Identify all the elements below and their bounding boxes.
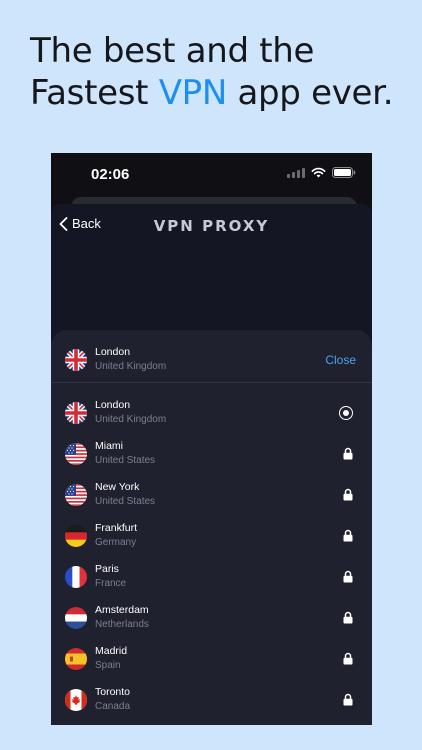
location-item-frankfurt[interactable]: Frankfurt Germany xyxy=(51,518,372,554)
promo-highlight: VPN xyxy=(158,73,228,113)
location-city: Miami xyxy=(95,440,123,452)
status-icons xyxy=(287,167,356,178)
canada-flag-icon xyxy=(65,689,87,711)
location-country: France xyxy=(95,578,127,589)
promo-line-1: The best and the xyxy=(30,31,315,71)
netherlands-flag-icon xyxy=(65,607,87,629)
location-item-madrid[interactable]: Madrid Spain xyxy=(51,641,372,677)
location-city: Amsterdam xyxy=(95,604,149,616)
lock-icon xyxy=(343,611,353,624)
phone-screen: 02:06 Back VPN PROXY London United Kingd… xyxy=(51,153,372,725)
location-item-miami[interactable]: Miami United States xyxy=(51,436,372,472)
location-country: United States xyxy=(95,496,156,507)
location-city: New York xyxy=(95,481,140,493)
lock-icon xyxy=(343,693,353,706)
location-country: Spain xyxy=(95,660,121,671)
location-item-london[interactable]: London United Kingdom xyxy=(51,395,372,431)
location-city: Frankfurt xyxy=(95,522,138,534)
app-screen: Back VPN PROXY London United Kingdom Clo… xyxy=(51,204,372,725)
location-city: Toronto xyxy=(95,686,131,698)
location-country: United States xyxy=(95,455,156,466)
lock-icon xyxy=(343,447,353,460)
lock-icon xyxy=(343,652,353,665)
promo-line-2: Fastest VPN app ever. xyxy=(30,72,410,114)
status-time: 02:06 xyxy=(91,166,130,183)
location-item-amsterdam[interactable]: Amsterdam Netherlands xyxy=(51,600,372,636)
close-button[interactable]: Close xyxy=(325,353,356,367)
promo-headline: The best and the Fastest VPN app ever. xyxy=(30,30,410,114)
cellular-signal-icon xyxy=(287,167,305,178)
spain-flag-icon xyxy=(65,648,87,670)
location-city: London xyxy=(95,399,131,411)
wifi-icon xyxy=(311,167,326,178)
lock-icon xyxy=(343,529,353,542)
location-item-new-york[interactable]: New York United States xyxy=(51,477,372,513)
location-item-paris[interactable]: Paris France xyxy=(51,559,372,595)
us-flag-icon xyxy=(65,443,87,465)
selected-city: London xyxy=(95,346,131,358)
uk-flag-icon xyxy=(65,349,87,371)
promo-line-2-post: app ever. xyxy=(226,73,394,113)
lock-icon xyxy=(343,570,353,583)
app-title: VPN PROXY xyxy=(153,217,270,235)
france-flag-icon xyxy=(65,566,87,588)
battery-icon xyxy=(332,167,356,178)
uk-flag-icon xyxy=(65,402,87,424)
selected-country: United Kingdom xyxy=(95,361,167,372)
germany-flag-icon xyxy=(65,525,87,547)
location-item-toronto[interactable]: Toronto Canada xyxy=(51,682,372,718)
divider xyxy=(51,382,372,383)
selected-radio-icon[interactable] xyxy=(339,406,353,420)
location-country: Netherlands xyxy=(95,619,149,630)
location-country: United Kingdom xyxy=(95,414,167,425)
location-city: Paris xyxy=(95,563,119,575)
lock-icon xyxy=(343,488,353,501)
location-country: Canada xyxy=(95,701,131,712)
location-country: Germany xyxy=(95,537,137,548)
location-city: Madrid xyxy=(95,645,128,657)
location-panel: London United Kingdom Close London Unite… xyxy=(51,330,372,725)
promo-line-2-pre: Fastest xyxy=(30,73,159,113)
us-flag-icon xyxy=(65,484,87,506)
selected-location-header: London United Kingdom Close xyxy=(51,342,372,378)
status-bar: 02:06 xyxy=(51,153,372,197)
